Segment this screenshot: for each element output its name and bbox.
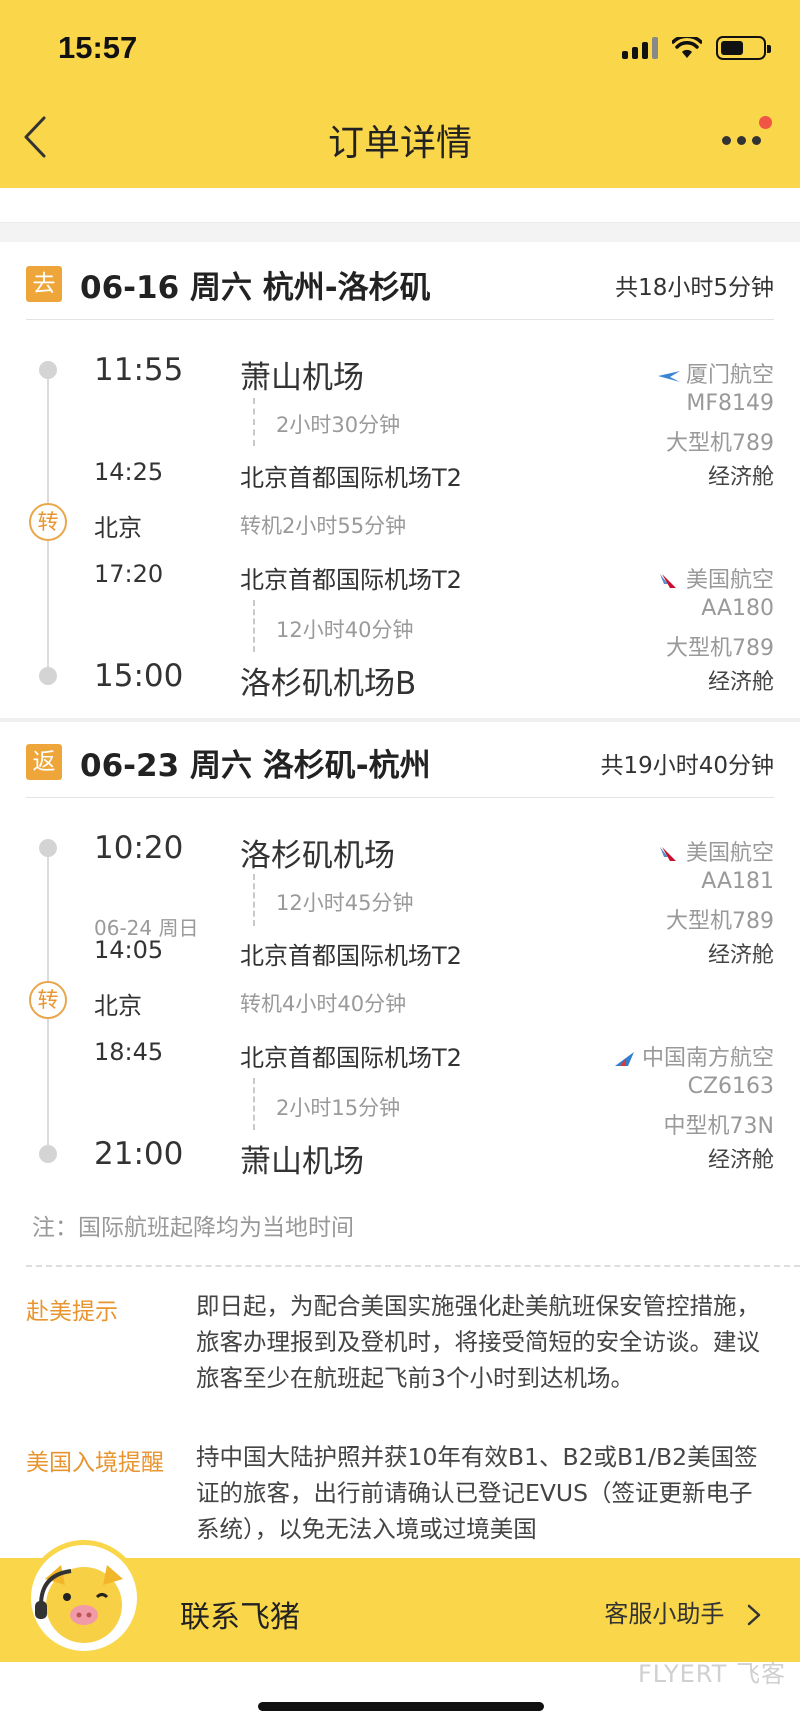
return-transfer-info: 转机4小时40分钟 bbox=[240, 992, 407, 1016]
home-indicator[interactable] bbox=[258, 1702, 544, 1711]
xiamen-airlines-icon bbox=[657, 371, 680, 382]
duration-dash-line bbox=[253, 398, 255, 446]
outbound-leg1-cabin: 经济舱 bbox=[707, 465, 774, 490]
return-arr1-time: 14:05 bbox=[94, 936, 164, 964]
return-dep1-airport: 洛杉矶机场 bbox=[240, 838, 395, 874]
american-airlines-icon bbox=[659, 847, 676, 861]
return-leg1-aircraft: 大型机789 bbox=[666, 909, 774, 934]
return-date-route: 06-23 周六 洛杉矶-杭州 bbox=[80, 748, 431, 784]
outbound-dep1-time: 11:55 bbox=[94, 352, 184, 388]
outbound-leg2-duration: 12小时40分钟 bbox=[276, 618, 414, 642]
return-dep2-time: 18:45 bbox=[94, 1038, 164, 1066]
outbound-leg2-flight: AA180 bbox=[701, 596, 774, 621]
outbound-leg2-aircraft: 大型机789 bbox=[666, 636, 774, 661]
contact-fliggy-label: 联系飞猪 bbox=[180, 1600, 300, 1635]
more-icon bbox=[722, 136, 772, 145]
outbound-dep1-airport: 萧山机场 bbox=[240, 360, 364, 396]
return-arr1-airport: 北京首都国际机场T2 bbox=[240, 942, 462, 970]
outbound-date-route: 06-16 周六 杭州-洛杉矶 bbox=[80, 270, 431, 306]
fliggy-mascot-avatar bbox=[26, 1540, 142, 1656]
outbound-total-duration: 共18小时5分钟 bbox=[615, 275, 774, 301]
return-arr2-airport: 萧山机场 bbox=[240, 1144, 364, 1180]
page-title: 订单详情 bbox=[327, 123, 472, 164]
status-time: 15:57 bbox=[58, 30, 138, 65]
outbound-leg1-flight: MF8149 bbox=[686, 391, 774, 416]
outbound-leg2-airline: 美国航空 bbox=[656, 562, 774, 594]
chevron-right-icon bbox=[747, 1604, 761, 1626]
return-header: 返 06-23 周六 洛杉矶-杭州 共19小时40分钟 bbox=[26, 722, 774, 798]
return-leg1-flight: AA181 bbox=[701, 869, 774, 894]
outbound-dep2-time: 17:20 bbox=[94, 560, 164, 588]
outbound-arr2-airport: 洛杉矶机场B bbox=[240, 666, 417, 702]
us-tip-body: 即日起，为配合美国实施强化赴美航班保安管控措施，旅客办理报到及登机时，将接受简短… bbox=[196, 1292, 760, 1392]
american-airlines-icon bbox=[659, 574, 676, 588]
signal-icon bbox=[622, 37, 658, 59]
return-leg1-airline: 美国航空 bbox=[656, 835, 774, 867]
outbound-leg2-cabin: 经济舱 bbox=[707, 670, 774, 695]
battery-icon bbox=[716, 36, 771, 60]
dashed-divider bbox=[26, 1265, 800, 1267]
wifi-icon bbox=[672, 37, 702, 58]
notification-dot bbox=[759, 116, 772, 129]
outbound-transfer-city: 北京 bbox=[94, 514, 142, 542]
outbound-transfer-badge: 转 bbox=[29, 503, 67, 541]
return-leg2-cabin: 经济舱 bbox=[707, 1148, 774, 1173]
duration-dash-line bbox=[253, 600, 255, 652]
outbound-arr2-time: 15:00 bbox=[94, 658, 184, 694]
entry-tip-label: 美国入境提醒 bbox=[26, 1450, 164, 1476]
outbound-transfer-info: 转机2小时55分钟 bbox=[240, 514, 407, 538]
outbound-leg1-airline: 厦门航空 bbox=[656, 357, 774, 389]
china-southern-icon bbox=[614, 1052, 634, 1066]
timeline-dot bbox=[39, 839, 57, 857]
section-divider bbox=[0, 222, 800, 242]
us-tip-label: 赴美提示 bbox=[26, 1299, 118, 1325]
return-badge: 返 bbox=[26, 744, 62, 780]
outbound-leg1-duration: 2小时30分钟 bbox=[276, 413, 401, 437]
outbound-badge: 去 bbox=[26, 266, 62, 302]
return-transfer-city: 北京 bbox=[94, 992, 142, 1020]
timeline-dot bbox=[39, 361, 57, 379]
outbound-dep2-airport: 北京首都国际机场T2 bbox=[240, 566, 462, 594]
return-dep1-time: 10:20 bbox=[94, 830, 184, 866]
customer-service-assistant-button[interactable]: 客服小助手 bbox=[604, 1594, 762, 1629]
return-leg1-duration: 12小时45分钟 bbox=[276, 891, 414, 915]
return-leg2-aircraft: 中型机73N bbox=[663, 1114, 774, 1139]
return-dep2-airport: 北京首都国际机场T2 bbox=[240, 1044, 462, 1072]
duration-dash-line bbox=[253, 1078, 255, 1130]
header-bar: 15:57 订单详情 bbox=[0, 0, 800, 188]
timeline-dot bbox=[39, 1145, 57, 1163]
return-leg2-flight: CZ6163 bbox=[687, 1074, 774, 1099]
return-leg2-duration: 2小时15分钟 bbox=[276, 1096, 401, 1120]
status-icons bbox=[622, 36, 771, 60]
return-transfer-badge: 转 bbox=[29, 981, 67, 1019]
return-arr2-time: 21:00 bbox=[94, 1136, 184, 1172]
outbound-leg1-aircraft: 大型机789 bbox=[666, 431, 774, 456]
more-button[interactable] bbox=[722, 116, 772, 162]
outbound-arr1-airport: 北京首都国际机场T2 bbox=[240, 464, 462, 492]
timeline-dot bbox=[39, 667, 57, 685]
outbound-arr1-time: 14:25 bbox=[94, 458, 164, 486]
return-total-duration: 共19小时40分钟 bbox=[600, 753, 774, 779]
entry-tip-body: 持中国大陆护照并获10年有效B1、B2或B1/B2美国签证的旅客，出行前请确认已… bbox=[196, 1443, 758, 1543]
return-leg2-airline: 中国南方航空 bbox=[612, 1040, 774, 1072]
assistant-label: 客服小助手 bbox=[604, 1600, 725, 1628]
local-time-note: 注：国际航班起降均为当地时间 bbox=[32, 1215, 354, 1241]
flyert-watermark: FLYERT 飞客 bbox=[637, 1660, 786, 1688]
return-leg1-cabin: 经济舱 bbox=[707, 943, 774, 968]
outbound-header: 去 06-16 周六 杭州-洛杉矶 共18小时5分钟 bbox=[26, 244, 774, 320]
duration-dash-line bbox=[253, 874, 255, 926]
